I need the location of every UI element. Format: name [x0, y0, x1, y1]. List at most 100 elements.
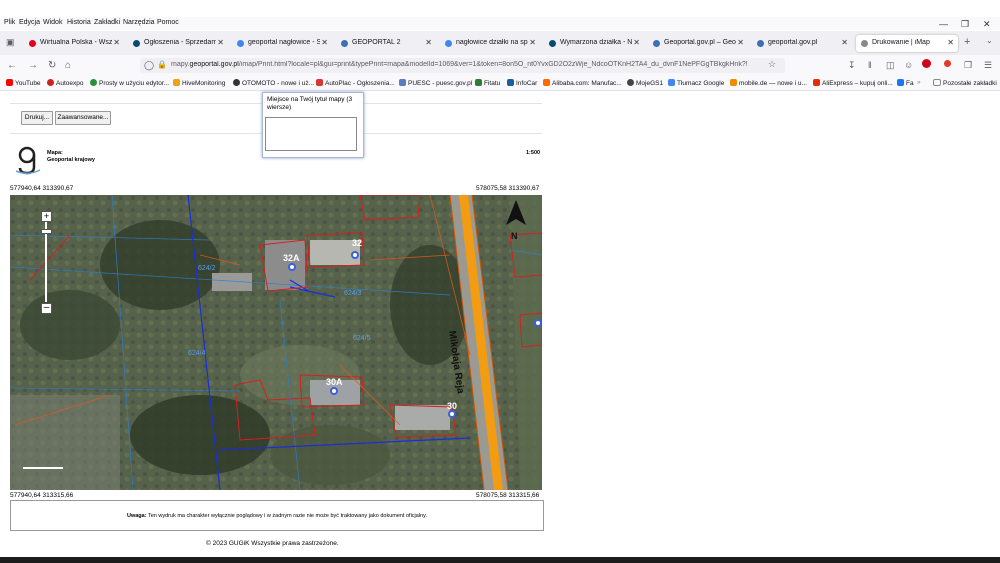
mobile-de-icon	[730, 79, 737, 86]
zoom-out-button[interactable]: –	[41, 303, 52, 314]
menu-view[interactable]: Widok	[43, 19, 62, 26]
download-icon[interactable]: ↧	[848, 60, 856, 71]
tab-close-icon[interactable]: ✕	[633, 38, 640, 47]
tab-drukowanie-imap[interactable]: Drukowanie | iMap ✕	[856, 35, 958, 52]
print-button[interactable]: Drukuj...	[21, 111, 53, 125]
bookmark-editor[interactable]: Prosty w użyciu edytor...	[90, 79, 169, 87]
tab-label: nagłowice działki na sprze	[456, 39, 528, 46]
autoexpo-icon	[47, 79, 54, 86]
account-icon[interactable]: ☺	[904, 60, 913, 70]
new-tab-icon[interactable]: +	[964, 36, 970, 48]
tab-favicon-icon	[549, 40, 556, 47]
geoportal-logo-icon	[15, 146, 41, 175]
tab-close-icon[interactable]: ✕	[425, 38, 432, 47]
map-view[interactable]: 32A 32 30A 30 624/2 624/3 624/4 624/5 Mi…	[10, 195, 542, 490]
zoom-slider-track[interactable]	[45, 222, 47, 302]
title-bar-strip	[0, 0, 1000, 17]
tab-favicon-icon	[653, 40, 660, 47]
tab-label: Geoportal.gov.pl – Geopor	[664, 39, 736, 46]
maximize-icon[interactable]: ❐	[961, 19, 969, 30]
map-name: Geoportal krajowy	[47, 157, 95, 163]
bookmark-alibaba[interactable]: Alibaba.com: Manufac...	[543, 79, 622, 87]
extension-red-icon[interactable]	[944, 60, 951, 67]
sidebar-icon[interactable]: ◫	[886, 60, 895, 71]
reload-icon[interactable]: ↻	[48, 60, 56, 71]
tab-close-icon[interactable]: ✕	[529, 38, 536, 47]
bookmark-facebook[interactable]: Fa	[897, 79, 914, 87]
lock-icon[interactable]: 🔒	[157, 60, 167, 69]
menu-help[interactable]: Pomoc	[157, 19, 179, 26]
folder-icon	[933, 79, 941, 86]
parcel-label-624-4: 624/4	[188, 350, 206, 357]
coord-bottom-left: 577940,64 313315,66	[10, 492, 74, 499]
parcel-label-624-3: 624/3	[344, 290, 362, 297]
tab-favicon-icon	[29, 40, 36, 47]
bookmark-mobile-de[interactable]: mobile.de — nowe i u...	[730, 79, 807, 87]
tab-favicon-icon	[445, 40, 452, 47]
zoom-slider-handle[interactable]	[41, 229, 52, 234]
zoom-in-button[interactable]: +	[41, 211, 52, 222]
fitatu-icon	[475, 79, 482, 86]
home-icon[interactable]: ⌂	[65, 60, 71, 71]
tab-google-dzialki[interactable]: nagłowice działki na sprze ✕	[440, 35, 540, 52]
bookmark-other[interactable]: Pozostałe zakładki	[933, 79, 997, 87]
bookmark-hivemonitoring[interactable]: HiveMonitoring	[173, 79, 225, 87]
map-title-popup: Miejsce na Twój tytuł mapy (3 wiersze)	[262, 92, 364, 158]
tab-google-search[interactable]: geoportal nagłowice - Szuk ✕	[232, 35, 332, 52]
menu-file[interactable]: Plik	[4, 19, 15, 26]
disclaimer-box: Uwaga: Ten wydruk ma charakter wyłącznie…	[10, 500, 544, 531]
menu-hamburger-icon[interactable]: ☰	[984, 60, 992, 71]
parcel-label-624-2: 624/2	[198, 265, 216, 272]
bookmark-youtube[interactable]: YouTube	[6, 79, 41, 87]
menu-history[interactable]: Historia	[67, 19, 91, 26]
close-window-icon[interactable]: ✕	[983, 19, 991, 30]
youtube-icon	[6, 79, 13, 86]
menu-bookmarks[interactable]: Zakładki	[94, 19, 120, 26]
tab-ogloszenia[interactable]: Ogłoszenia - Sprzedam, ku ✕	[128, 35, 228, 52]
tab-list-icon[interactable]: ▣	[6, 37, 15, 48]
menu-edit[interactable]: Edycja	[19, 19, 40, 26]
tab-favicon-icon	[757, 40, 764, 47]
url-domain: geoportal.gov.pl	[189, 61, 239, 68]
bookmark-mojegs1[interactable]: MojeGS1	[627, 79, 663, 87]
north-arrow-label: N	[511, 231, 518, 241]
tab-overflow-icon[interactable]: ⌄	[986, 36, 993, 45]
minimize-icon[interactable]: —	[939, 19, 948, 29]
tab-favicon-icon	[341, 40, 348, 47]
tab-geoportal[interactable]: geoportal.gov.pl ✕	[752, 35, 852, 52]
bookmark-autoplac[interactable]: AutoPlac - Ogłoszenia...	[316, 79, 395, 87]
copyright-footer: © 2023 GUGiK Wszystkie prawa zastrzeżone…	[206, 540, 339, 547]
extension-adblock-icon[interactable]	[922, 59, 931, 68]
library-icon[interactable]: ‖	[868, 60, 872, 70]
advanced-button[interactable]: Zaawansowane...	[55, 111, 111, 125]
back-icon[interactable]: ←	[7, 60, 17, 71]
tab-close-icon[interactable]: ✕	[113, 38, 120, 47]
tab-wymarzona[interactable]: Wymarzona działka - Nagło ✕	[544, 35, 644, 52]
extensions-icon[interactable]: ❐	[964, 60, 972, 71]
forward-icon[interactable]: →	[28, 60, 38, 71]
bookmark-google-translate[interactable]: Tłumacz Google	[668, 79, 724, 87]
map-scale: 1:500	[526, 150, 541, 156]
parcel-label-624-5: 624/5	[353, 335, 371, 342]
shield-icon[interactable]: ◯	[144, 60, 154, 71]
tab-close-icon[interactable]: ✕	[737, 38, 744, 47]
bookmarks-overflow-icon[interactable]: »	[917, 79, 921, 86]
bookmark-infocar[interactable]: InfoCar	[507, 79, 537, 87]
map-title-input[interactable]	[265, 117, 357, 151]
tab-label: geoportal nagłowice - Szuk	[248, 39, 320, 46]
tab-close-icon[interactable]: ✕	[947, 38, 954, 47]
bookmark-otomoto[interactable]: OTOMOTO - nowe i uż...	[233, 79, 314, 87]
bookmark-puesc[interactable]: PUESC - puesc.gov.pl	[399, 79, 472, 87]
tab-close-icon[interactable]: ✕	[321, 38, 328, 47]
bookmark-aliexpress[interactable]: AliExpress – kupuj onli...	[813, 79, 893, 87]
tab-geoportal2[interactable]: GEOPORTAL 2 ✕	[336, 35, 436, 52]
bookmark-autoexpo[interactable]: Autoexpo	[47, 79, 83, 87]
url-text[interactable]: mapy.geoportal.gov.pl/imap/Print.html?lo…	[171, 61, 766, 68]
tab-geoportal-gov[interactable]: Geoportal.gov.pl – Geopor ✕	[648, 35, 748, 52]
menu-tools[interactable]: Narzędzia	[123, 19, 155, 26]
tab-close-icon[interactable]: ✕	[841, 38, 848, 47]
bookmark-fitatu[interactable]: Fitatu	[475, 79, 500, 87]
tab-wp[interactable]: Wirtualna Polska - Wszystk ✕	[24, 35, 124, 52]
bookmark-star-icon[interactable]: ☆	[768, 59, 776, 70]
tab-close-icon[interactable]: ✕	[217, 38, 224, 47]
